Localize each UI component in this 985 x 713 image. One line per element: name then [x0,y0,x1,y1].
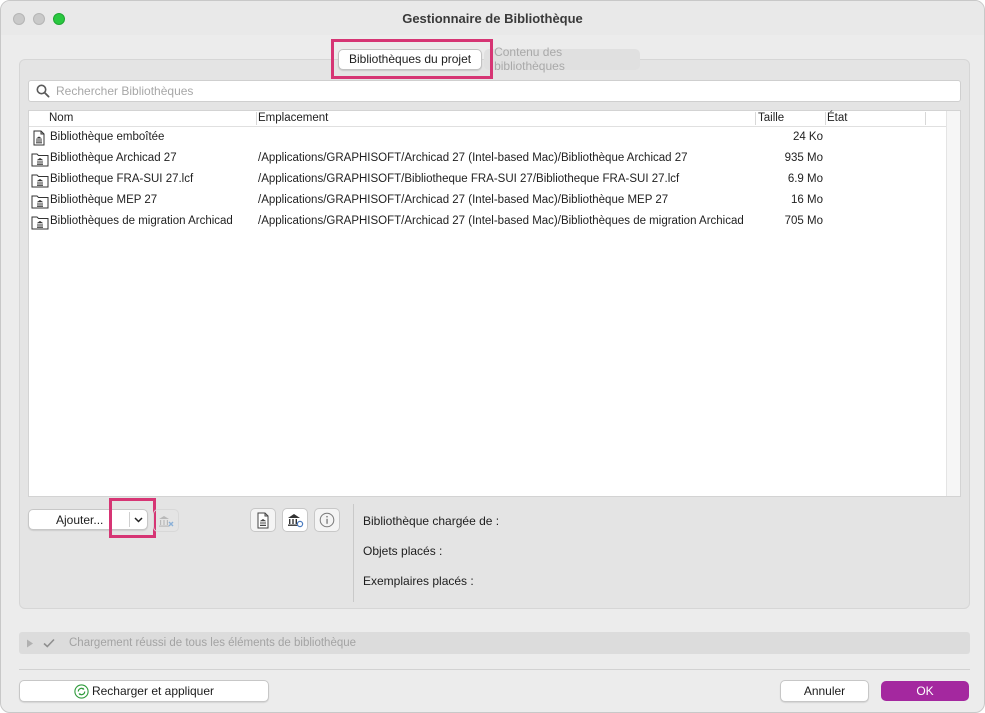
table-scrollbar[interactable] [946,111,960,496]
library-size: 705 Mo [784,215,823,227]
library-size: 16 Mo [791,194,823,206]
table-row[interactable]: Bibliothèque emboîtée 24 Ko [29,127,960,148]
reload-apply-button[interactable]: Recharger et appliquer [19,680,269,702]
tab-highlight-box [331,39,493,79]
library-location: /Applications/GRAPHISOFT/Bibliotheque FR… [258,173,680,185]
status-message: Chargement réussi de tous les éléments d… [69,637,357,649]
library-info-button[interactable] [314,508,340,532]
reload-icon [74,683,89,699]
library-name: Bibliotheque FRA-SUI 27.lcf [50,173,194,185]
column-separator[interactable] [825,112,826,125]
column-header-state[interactable]: État [827,112,847,124]
library-size: 935 Mo [784,152,823,164]
library-name: Bibliothèque MEP 27 [50,194,158,206]
disclosure-triangle-icon[interactable] [26,639,34,648]
library-folder-icon [31,172,49,191]
library-size: 24 Ko [792,131,823,143]
library-name: Bibliothèque emboîtée [50,131,165,143]
library-file-icon [31,130,47,149]
table-row[interactable]: Bibliothèque Archicad 27 /Applications/G… [29,148,960,169]
library-folder-icon [31,193,49,212]
footer-separator [19,669,970,670]
placed-objects-label: Objets placés : [363,544,443,558]
library-manager-window: Gestionnaire de Bibliothèque Bibliothèqu… [0,0,985,713]
library-document-icon [257,512,269,528]
table-row[interactable]: Bibliothèque MEP 27 /Applications/GRAPHI… [29,190,960,211]
details-divider [353,504,354,602]
column-separator[interactable] [925,112,926,125]
tab-library-contents[interactable]: Contenu des bibliothèques [484,45,641,73]
status-bar: Chargement réussi de tous les éléments d… [19,632,970,654]
search-input[interactable] [56,84,936,98]
info-icon [319,512,335,528]
library-location: /Applications/GRAPHISOFT/Archicad 27 (In… [258,215,744,227]
column-separator[interactable] [755,112,756,125]
placed-instances-label: Exemplaires placés : [363,574,474,588]
libraries-table: Nom Emplacement Taille État Bibliothèque… [28,110,961,497]
table-header: Nom Emplacement Taille État [29,111,960,127]
library-settings-button[interactable] [282,508,308,532]
title-bar: Gestionnaire de Bibliothèque [1,1,984,35]
library-location: /Applications/GRAPHISOFT/Archicad 27 (In… [258,152,688,164]
ok-button[interactable]: OK [881,681,969,701]
remove-library-icon [159,515,174,527]
checkmark-icon [43,638,55,648]
ok-label: OK [916,684,934,698]
library-settings-icon [288,514,304,528]
column-separator[interactable] [256,112,257,125]
column-header-name[interactable]: Nom [49,112,73,124]
library-name: Bibliothèques de migration Archicad [50,215,233,227]
dropdown-highlight-box [109,498,156,538]
library-folder-icon [31,151,49,170]
column-header-location[interactable]: Emplacement [258,112,328,124]
loaded-from-label: Bibliothèque chargée de : [363,514,500,528]
column-header-size[interactable]: Taille [758,112,784,124]
search-field[interactable] [28,80,961,102]
library-file-button[interactable] [250,508,276,532]
table-row[interactable]: Bibliotheque FRA-SUI 27.lcf /Application… [29,169,960,190]
table-row[interactable]: Bibliothèques de migration Archicad /App… [29,211,960,232]
remove-library-button[interactable] [153,509,179,532]
cancel-button[interactable]: Annuler [780,680,869,702]
add-library-label: Ajouter... [56,512,104,527]
library-location: /Applications/GRAPHISOFT/Archicad 27 (In… [258,194,669,206]
library-folder-icon [31,214,49,233]
library-size: 6.9 Mo [787,173,823,185]
cancel-label: Annuler [803,684,846,698]
library-name: Bibliothèque Archicad 27 [50,152,177,164]
search-icon [36,84,50,98]
reload-apply-label: Recharger et appliquer [91,684,215,698]
window-title: Gestionnaire de Bibliothèque [402,11,583,26]
